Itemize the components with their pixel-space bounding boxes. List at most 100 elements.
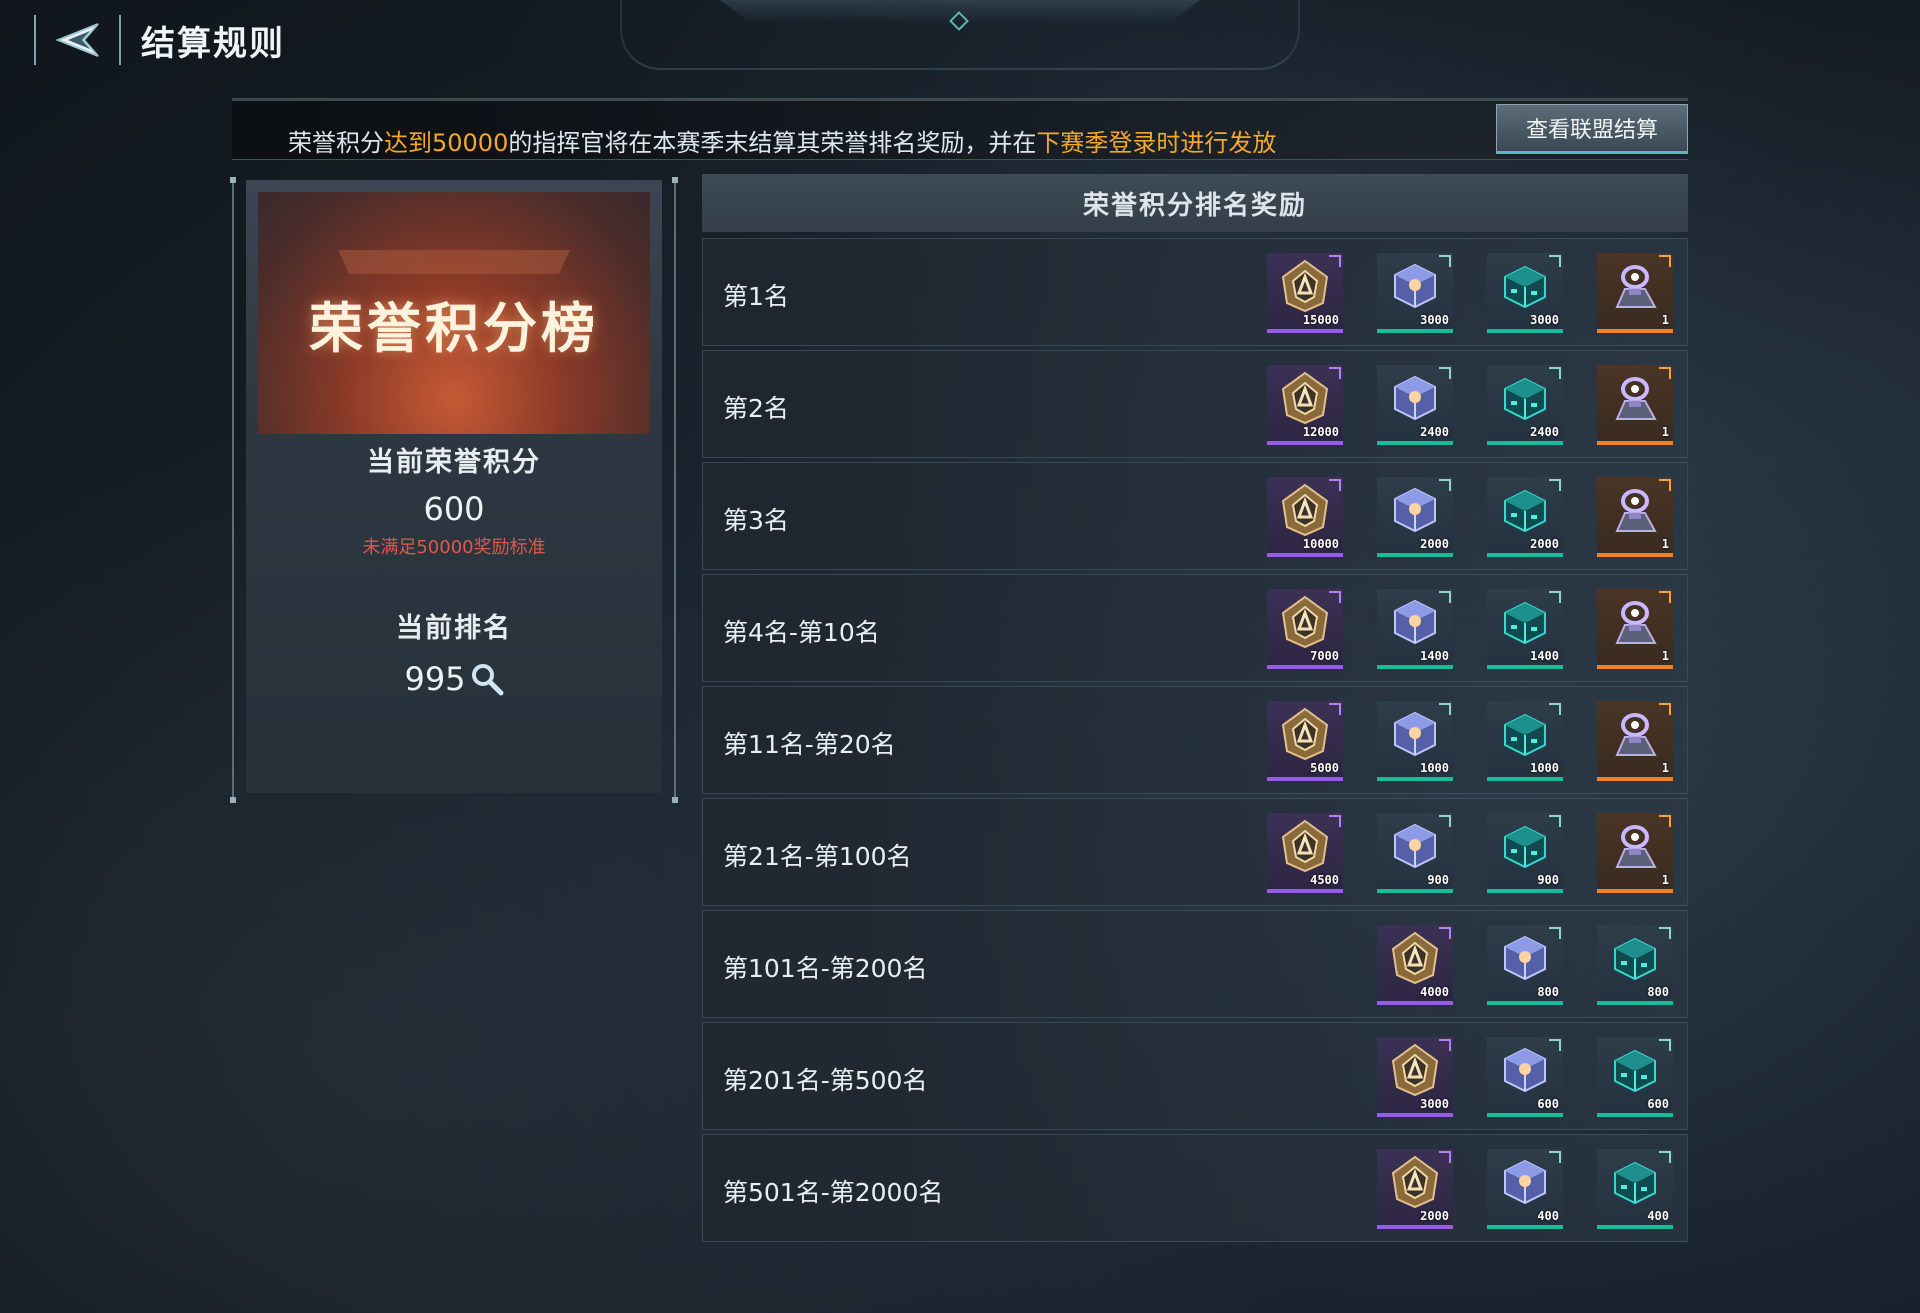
page-title: 结算规则 [141,23,285,64]
reward-quantity: 12000 [1302,425,1339,439]
reward-item[interactable]: 3000 [1377,253,1453,333]
banner-title: 荣誉积分榜 [309,296,599,360]
reward-quantity: 600 [1647,1097,1669,1111]
back-arrow-icon [54,23,99,57]
reward-item[interactable]: 900 [1377,813,1453,893]
reward-item[interactable]: 3000 [1377,1037,1453,1117]
reward-quantity: 4000 [1420,985,1449,999]
notice-highlight: 下赛季登录时进行发放 [1036,129,1277,157]
ranking-rewards-title: 荣誉积分排名奖励 [702,174,1688,232]
reward-item[interactable]: 600 [1597,1037,1673,1117]
reward-quantity: 2000 [1530,537,1559,551]
back-button[interactable] [30,11,125,69]
reward-items: 4000 800 800 [1377,925,1673,1005]
reward-row: 第2名 12000 2400 2400 1 [702,350,1688,458]
reward-quantity: 400 [1537,1209,1559,1223]
reward-item[interactable]: 1 [1597,589,1673,669]
reward-item[interactable]: 1 [1597,701,1673,781]
reward-row: 第21名-第100名 4500 900 900 1 [702,798,1688,906]
reward-item[interactable]: 400 [1597,1149,1673,1229]
reward-quantity: 3000 [1420,1097,1449,1111]
reward-row: 第1名 15000 3000 3000 1 [702,238,1688,346]
reward-quantity: 800 [1537,985,1559,999]
reward-item[interactable]: 4000 [1377,925,1453,1005]
reward-quantity: 1 [1661,537,1669,551]
notice-part: 荣誉积分 [288,129,384,157]
reward-quantity: 1400 [1530,649,1559,663]
reward-item[interactable]: 7000 [1267,589,1343,669]
reward-quantity: 900 [1537,873,1559,887]
notice-bar: 荣誉积分达到50000的指挥官将在本赛季末结算其荣誉排名奖励，并在下赛季登录时进… [232,98,1688,160]
reward-quantity: 15000 [1302,313,1339,327]
reward-row: 第501名-第2000名 2000 400 400 [702,1134,1688,1242]
reward-item[interactable]: 1 [1597,477,1673,557]
view-alliance-settlement-button[interactable]: 查看联盟结算 [1496,104,1688,154]
reward-item[interactable]: 900 [1487,813,1563,893]
rank-range-label: 第4名-第10名 [723,618,880,647]
reward-item[interactable]: 2000 [1377,1149,1453,1229]
notice-highlight: 达到50000 [384,129,509,157]
reward-item[interactable]: 400 [1487,1149,1563,1229]
reward-item[interactable]: 800 [1597,925,1673,1005]
frame-corner [230,797,236,803]
reward-quantity: 2400 [1530,425,1559,439]
reward-item[interactable]: 2400 [1487,365,1563,445]
reward-quantity: 4500 [1310,873,1339,887]
honor-board-banner: 荣誉积分榜 [258,192,650,434]
reward-row: 第11名-第20名 5000 1000 1000 1 [702,686,1688,794]
honor-score-panel: 荣誉积分榜 当前荣誉积分 600 未满足50000奖励标准 当前排名 995 [246,180,662,793]
reward-item[interactable]: 2000 [1487,477,1563,557]
reward-quantity: 400 [1647,1209,1669,1223]
reward-item[interactable]: 1400 [1377,589,1453,669]
reward-item[interactable]: 3000 [1487,253,1563,333]
rank-range-label: 第2名 [723,394,789,423]
reward-item[interactable]: 1 [1597,365,1673,445]
reward-quantity: 1000 [1420,761,1449,775]
reward-quantity: 1000 [1530,761,1559,775]
reward-item[interactable]: 800 [1487,925,1563,1005]
reward-quantity: 600 [1537,1097,1559,1111]
current-rank: 995 [246,660,662,698]
reward-quantity: 900 [1427,873,1449,887]
reward-item[interactable]: 2400 [1377,365,1453,445]
reward-items: 4500 900 900 1 [1267,813,1673,893]
reward-quantity: 3000 [1420,313,1449,327]
ranking-rewards-list: 第1名 15000 3000 3000 1 第2名 12000 2400 2400 1 第3名 100… [702,238,1688,1246]
reward-item[interactable]: 2000 [1377,477,1453,557]
reward-quantity: 1 [1661,313,1669,327]
reward-quantity: 2400 [1420,425,1449,439]
rank-range-label: 第3名 [723,506,789,535]
reward-quantity: 1 [1661,425,1669,439]
rank-range-label: 第1名 [723,282,789,311]
reward-item[interactable]: 1000 [1487,701,1563,781]
current-rank-label: 当前排名 [396,613,512,644]
reward-row: 第101名-第200名 4000 800 800 [702,910,1688,1018]
reward-quantity: 1 [1661,873,1669,887]
notice-text: 荣誉积分达到50000的指挥官将在本赛季末结算其荣誉排名奖励，并在下赛季登录时进… [288,123,1276,158]
rank-range-label: 第11名-第20名 [723,730,896,759]
score-warning: 未满足50000奖励标准 [362,537,546,558]
reward-item[interactable]: 1400 [1487,589,1563,669]
reward-quantity: 2000 [1420,1209,1449,1223]
rank-range-label: 第21名-第100名 [723,842,912,871]
reward-row: 第201名-第500名 3000 600 600 [702,1022,1688,1130]
reward-quantity: 2000 [1420,537,1449,551]
reward-row: 第4名-第10名 7000 1400 1400 1 [702,574,1688,682]
reward-item[interactable]: 1000 [1377,701,1453,781]
reward-quantity: 10000 [1302,537,1339,551]
reward-item[interactable]: 1 [1597,253,1673,333]
reward-item[interactable]: 5000 [1267,701,1343,781]
notice-part: 的指挥官将在本赛季末结算其荣誉排名奖励，并在 [508,129,1037,157]
reward-item[interactable]: 4500 [1267,813,1343,893]
reward-items: 3000 600 600 [1377,1037,1673,1117]
reward-item[interactable]: 15000 [1267,253,1343,333]
search-icon[interactable] [470,662,504,696]
reward-item[interactable]: 12000 [1267,365,1343,445]
reward-items: 12000 2400 2400 1 [1267,365,1673,445]
reward-quantity: 1 [1661,649,1669,663]
reward-item[interactable]: 10000 [1267,477,1343,557]
reward-item[interactable]: 1 [1597,813,1673,893]
rank-range-label: 第501名-第2000名 [723,1178,944,1207]
reward-item[interactable]: 600 [1487,1037,1563,1117]
reward-quantity: 5000 [1310,761,1339,775]
